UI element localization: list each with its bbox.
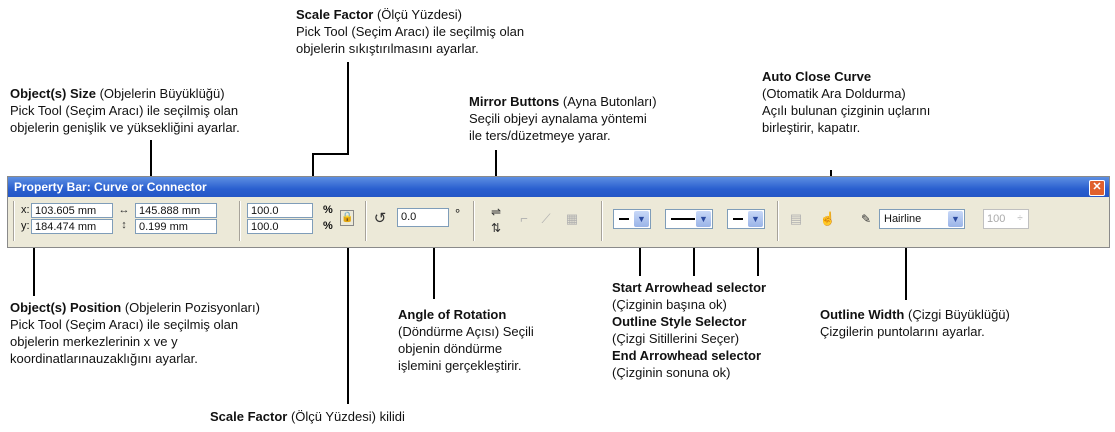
mirror-group: ⇌ ⇅ ⌐ ⟋ ▦ xyxy=(474,201,593,241)
scale-group: 100.0 100.0 % % 🔒 xyxy=(240,201,359,241)
leader-line xyxy=(347,236,349,404)
line-icon: ⟋ xyxy=(541,211,551,226)
height-input[interactable]: 0.199 mm xyxy=(135,219,217,234)
connector-icon: ⌐ xyxy=(520,211,528,226)
convert-icon: ▦ xyxy=(565,211,579,226)
auto-close-curve-annotation: Auto Close Curve (Otomatik Ara Doldurma)… xyxy=(762,69,931,135)
leader-line xyxy=(312,153,349,155)
end-arrowhead-selector[interactable]: ▼ xyxy=(727,209,765,229)
mirror-horizontal-icon[interactable]: ⇅ xyxy=(487,219,505,237)
height-arrows-icon: ↕ xyxy=(121,219,127,231)
spin-icon: ÷ xyxy=(1017,213,1023,224)
outline-width-dropdown[interactable]: Hairline ▼ xyxy=(879,209,965,229)
x-label: x: xyxy=(21,204,30,216)
scale-lock-annotation: Scale Factor (Ölçü Yüzdesi) kilidi xyxy=(210,409,405,424)
object-size-annotation: Object(s) Size (Objelerin Büyüklüğü) Pic… xyxy=(10,86,240,135)
lock-icon[interactable]: 🔒 xyxy=(340,210,354,226)
property-bar-window: Property Bar: Curve or Connector ✕ x: y:… xyxy=(7,176,1110,248)
rotate-icon: ↺ xyxy=(373,210,387,227)
pen-nib-icon: ✎ xyxy=(860,212,872,226)
position-size-group: x: y: 103.605 mm 184.474 mm ↔ ↕ 145.888 … xyxy=(14,201,235,241)
leader-line xyxy=(347,62,349,154)
scale-y-input[interactable]: 100.0 xyxy=(247,219,313,234)
angle-input[interactable]: 0.0 xyxy=(397,208,449,227)
close-icon[interactable]: ✕ xyxy=(1089,180,1105,196)
scale-factor-annotation: Scale Factor (Ölçü Yüzdesi) Pick Tool (S… xyxy=(296,7,525,56)
arrowheads-annotation: Start Arrowhead selector (Çizginin başın… xyxy=(612,280,767,380)
percent-label: % xyxy=(323,220,333,232)
scale-x-input[interactable]: 100.0 xyxy=(247,203,313,218)
object-position-annotation: Object(s) Position (Objelerin Pozisyonla… xyxy=(10,300,260,366)
outline-width-group: ▤ ☝ ✎ Hairline ▼ 100 ÷ xyxy=(778,201,1101,241)
property-bar-titlebar[interactable]: Property Bar: Curve or Connector ✕ xyxy=(8,177,1109,197)
rotation-group: ↺ 0.0 ° xyxy=(366,201,467,241)
property-bar-title: Property Bar: Curve or Connector xyxy=(14,180,207,194)
width-input[interactable]: 145.888 mm xyxy=(135,203,217,218)
angle-rotation-annotation: Angle of Rotation (Döndürme Açısı) Seçil… xyxy=(398,307,534,373)
x-position-input[interactable]: 103.605 mm xyxy=(31,203,113,218)
outline-style-selector[interactable]: ▼ xyxy=(665,209,713,229)
outline-style-group: ▼ ▼ ▼ xyxy=(602,201,771,241)
auto-close-curve-icon[interactable]: ☝ xyxy=(819,210,837,228)
y-position-input[interactable]: 184.474 mm xyxy=(31,219,113,234)
percent-label: % xyxy=(323,204,333,216)
y-label: y: xyxy=(21,220,30,232)
degree-label: ° xyxy=(455,206,461,221)
start-arrowhead-selector[interactable]: ▼ xyxy=(613,209,651,229)
mirror-buttons-annotation: Mirror Buttons (Ayna Butonları) Seçili o… xyxy=(469,94,657,143)
outline-width-annotation: Outline Width (Çizgi Büyüklüğü) Çizgiler… xyxy=(820,307,1010,339)
extract-icon: ▤ xyxy=(789,211,803,226)
